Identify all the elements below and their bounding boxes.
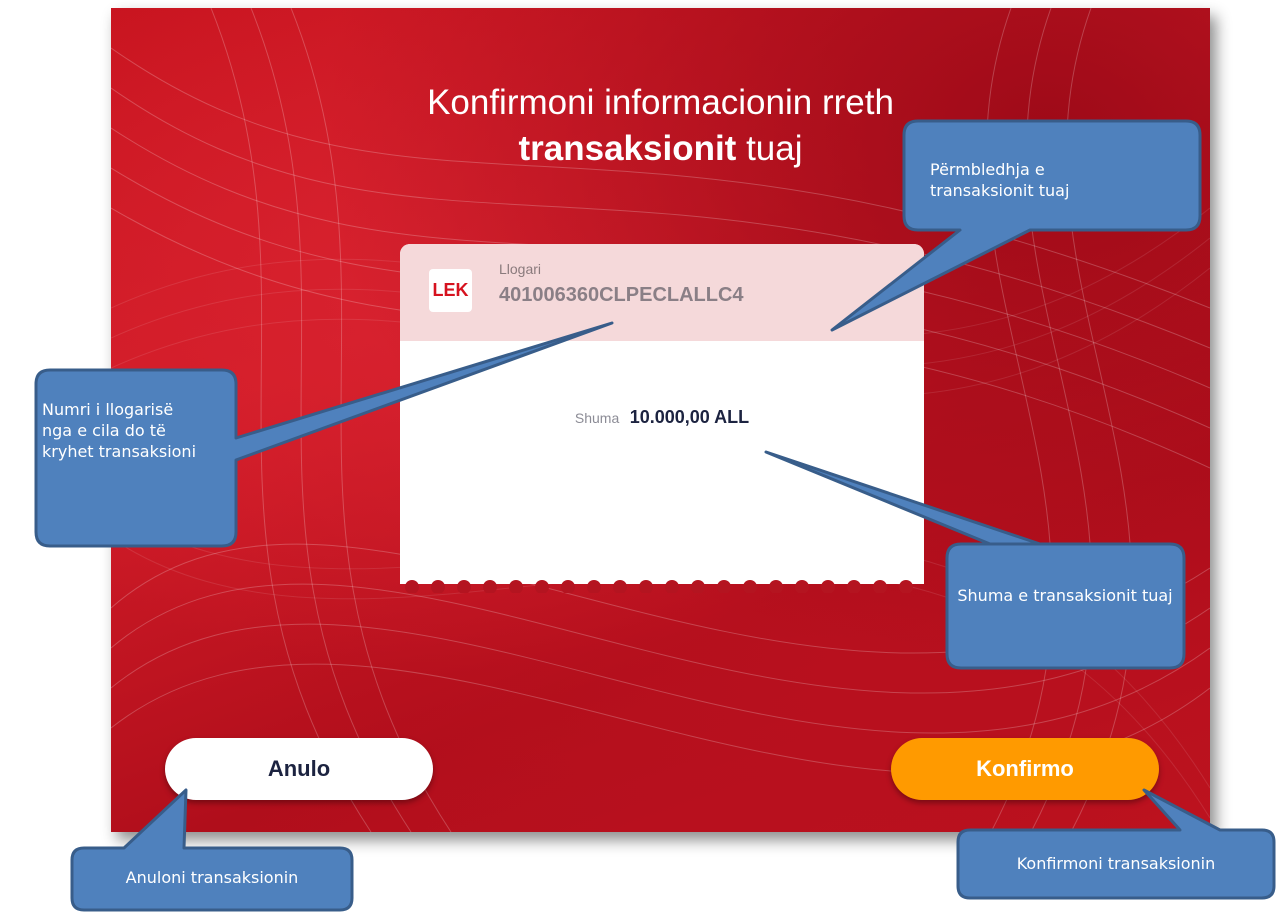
callout-summary-text: Përmbledhja e transaksionit tuaj (930, 160, 1070, 200)
callout-summary-shape (830, 119, 1202, 332)
callout-confirm-shape (956, 788, 1276, 900)
callout-cancel-text: Anuloni transaksionin (125, 868, 299, 887)
callout-account-text: Numri i llogarisë nga e cila do të kryhe… (42, 400, 197, 461)
callout-amount-text: Shuma e transaksionit tuaj (957, 586, 1173, 605)
callout-confirm-text: Konfirmoni transaksionin (1016, 854, 1216, 873)
callout-cancel-shape (70, 788, 354, 912)
callout-amount-shape (764, 450, 1186, 670)
